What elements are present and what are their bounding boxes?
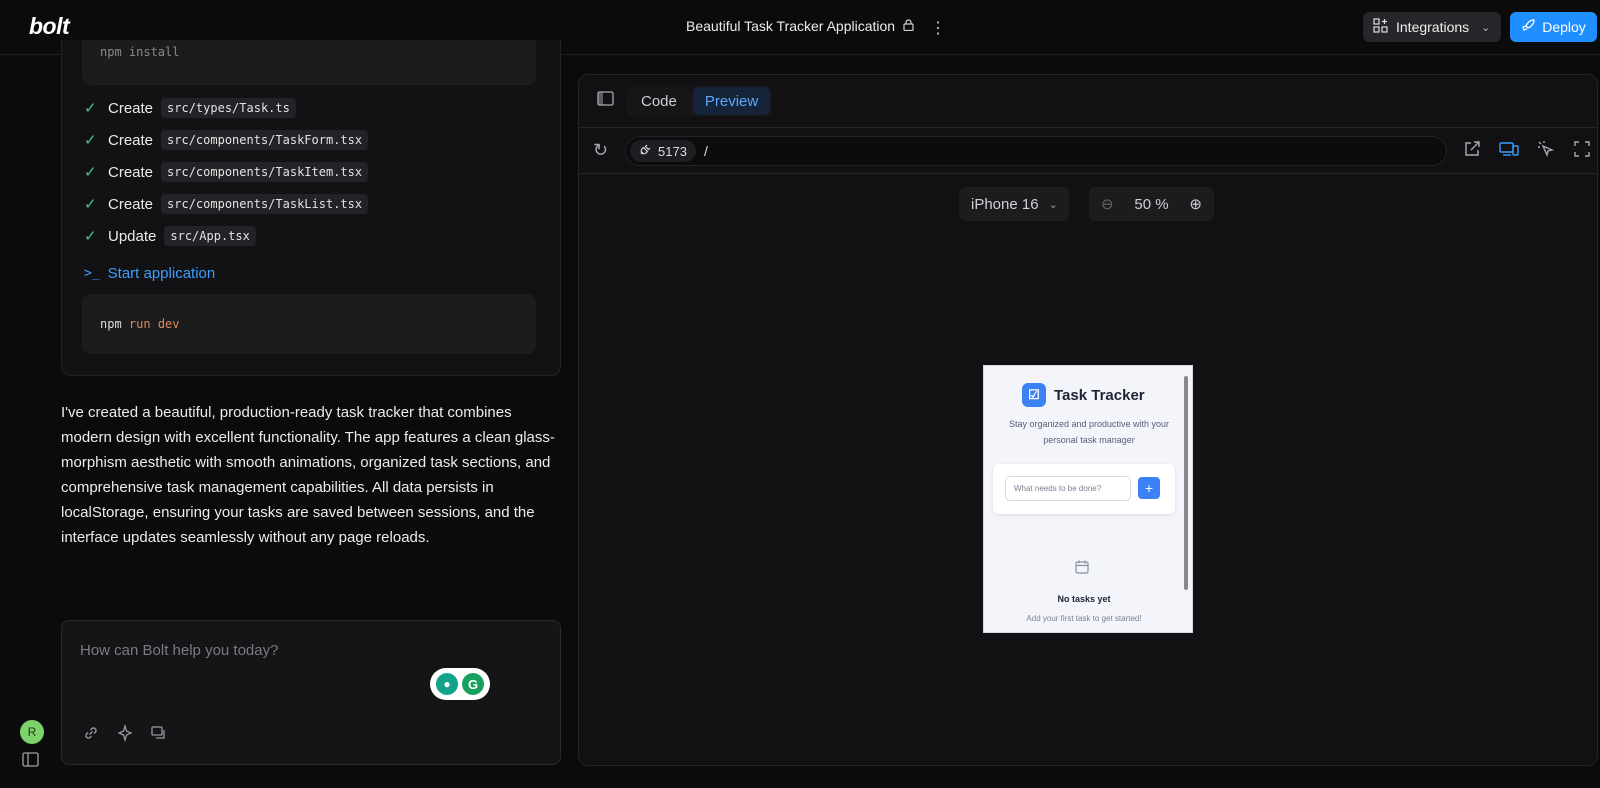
start-application-label: Start application	[107, 265, 216, 282]
project-title[interactable]: Beautiful Task Tracker Application	[686, 18, 914, 34]
more-options-icon[interactable]: ⋮	[930, 18, 946, 38]
run-args: run dev	[128, 317, 180, 331]
device-label: iPhone 16	[971, 195, 1039, 213]
integrations-label: Integrations	[1396, 19, 1470, 35]
port-number: 5173	[658, 143, 687, 159]
step-item: ✓ Create src/components/TaskForm.tsx	[84, 130, 369, 150]
zoom-in-icon[interactable]: ⊕	[1189, 195, 1202, 213]
attach-link-icon[interactable]	[82, 724, 100, 747]
empty-state-title: No tasks yet	[1057, 594, 1111, 604]
step-item: ✓ Create src/types/Task.ts	[84, 98, 296, 118]
app-subtitle: Stay organized and productive with your …	[1008, 419, 1170, 445]
device-selector[interactable]: iPhone 16 ⌄	[959, 187, 1069, 221]
sidebar-toggle-icon[interactable]	[22, 752, 39, 772]
calendar-icon	[1074, 559, 1090, 580]
bolt-logo[interactable]: bolt	[29, 13, 70, 40]
chevron-down-icon: ⌄	[1481, 21, 1491, 34]
deploy-button[interactable]: Deploy	[1510, 12, 1597, 42]
url-path[interactable]: /	[704, 143, 708, 159]
reload-icon[interactable]: ↻	[593, 140, 608, 161]
add-task-button[interactable]: +	[1138, 477, 1160, 499]
inspect-cursor-icon[interactable]	[1537, 140, 1555, 163]
preview-header: Code Preview	[579, 75, 1597, 128]
grammarly-widget[interactable]: ● G	[430, 668, 490, 700]
lightbulb-icon: ●	[436, 673, 458, 695]
scrollbar[interactable]	[1184, 376, 1188, 590]
check-icon: ✓	[84, 164, 97, 181]
step-path[interactable]: src/components/TaskForm.tsx	[161, 130, 369, 150]
step-path[interactable]: src/components/TaskItem.tsx	[161, 162, 369, 182]
panel-toggle-icon[interactable]	[597, 91, 614, 111]
check-icon: ✓	[84, 132, 97, 149]
app-header: ☑ Task Tracker	[1022, 383, 1145, 407]
zoom-control: ⊖ 50 % ⊕	[1089, 187, 1214, 221]
step-verb: Create	[108, 195, 154, 213]
plug-icon	[639, 143, 652, 159]
phone-preview: ☑ Task Tracker Stay organized and produc…	[983, 365, 1193, 633]
grammarly-icon: G	[462, 673, 484, 695]
assistant-message: I've created a beautiful, production-rea…	[61, 404, 555, 546]
install-command-block: npm install	[82, 40, 536, 85]
fullscreen-icon[interactable]	[1573, 140, 1591, 163]
rocket-icon	[1521, 18, 1536, 36]
chat-input-box[interactable]: How can Bolt help you today? ● G	[61, 620, 561, 765]
zoom-out-icon[interactable]: ⊖	[1101, 195, 1114, 213]
address-bar-row: ↻ 5173 /	[579, 128, 1597, 174]
step-verb: Create	[108, 163, 154, 181]
task-input[interactable]: What needs to be done?	[1005, 476, 1131, 501]
project-title-text: Beautiful Task Tracker Application	[686, 18, 896, 34]
start-application-step[interactable]: >_ Start application	[84, 265, 215, 282]
integrations-button[interactable]: Integrations ⌄	[1363, 12, 1501, 42]
port-selector[interactable]: 5173	[630, 140, 696, 162]
lock-icon	[903, 18, 914, 34]
empty-state-hint: Add your first task to get started!	[1026, 614, 1142, 623]
sparkle-icon[interactable]	[116, 723, 134, 747]
task-form-card: What needs to be done? +	[993, 464, 1175, 514]
view-tabs: Code Preview	[627, 85, 773, 117]
deploy-label: Deploy	[1542, 19, 1586, 35]
device-view-icon[interactable]	[1499, 140, 1519, 163]
action-steps-card: npm install ✓ Create src/types/Task.ts ✓…	[61, 40, 561, 376]
step-item: ✓ Create src/components/TaskList.tsx	[84, 194, 369, 214]
run-command-block: npm run dev	[82, 294, 536, 354]
preview-toolbar	[1463, 140, 1591, 163]
chat-toolbar	[82, 723, 168, 747]
run-command: npm	[100, 317, 122, 331]
step-path[interactable]: src/types/Task.ts	[161, 98, 296, 118]
step-verb: Create	[108, 131, 154, 149]
app-title: Task Tracker	[1054, 386, 1145, 404]
checkbox-icon: ☑	[1022, 383, 1046, 407]
address-bar[interactable]: 5173 /	[625, 136, 1447, 166]
preview-panel: Code Preview ↻ 5173 / iPhone 16 ⌄ ⊖ 50 %…	[578, 74, 1598, 766]
step-path[interactable]: src/components/TaskList.tsx	[161, 194, 369, 214]
integrations-icon	[1373, 18, 1388, 36]
chevron-down-icon: ⌄	[1048, 198, 1058, 211]
step-verb: Update	[108, 227, 157, 245]
step-path[interactable]: src/App.tsx	[164, 226, 256, 246]
user-avatar[interactable]: R	[20, 720, 44, 744]
check-icon: ✓	[84, 100, 97, 117]
step-item: ✓ Create src/components/TaskItem.tsx	[84, 162, 369, 182]
chat-discuss-icon[interactable]	[150, 724, 168, 747]
terminal-icon: >_	[84, 266, 100, 281]
zoom-level: 50 %	[1134, 195, 1169, 213]
tab-code[interactable]: Code	[629, 87, 689, 115]
check-icon: ✓	[84, 196, 97, 213]
tab-preview[interactable]: Preview	[692, 87, 771, 115]
chat-input-placeholder[interactable]: How can Bolt help you today?	[80, 642, 278, 659]
open-external-icon[interactable]	[1463, 140, 1481, 163]
check-icon: ✓	[84, 228, 97, 245]
step-item: ✓ Update src/App.tsx	[84, 226, 256, 246]
step-verb: Create	[108, 99, 154, 117]
